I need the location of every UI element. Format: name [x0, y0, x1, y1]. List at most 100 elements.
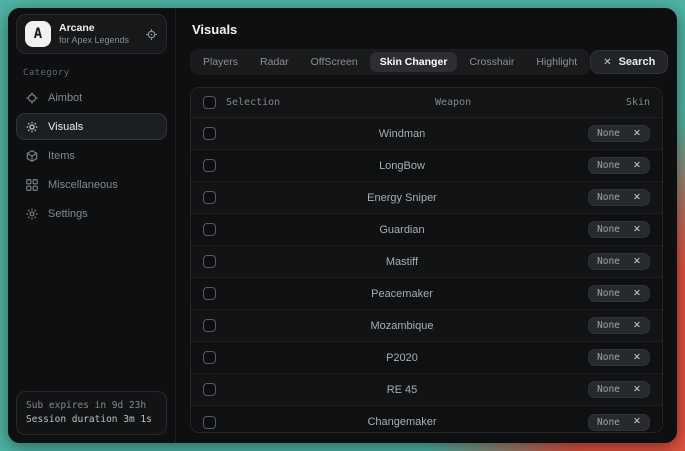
app-subtitle: for Apex Legends — [59, 35, 137, 46]
grid-icon — [25, 178, 39, 192]
weapon-name: Windman — [216, 128, 588, 140]
table-row: PeacemakerNone✕ — [191, 278, 662, 310]
weapon-name: Energy Sniper — [216, 192, 588, 204]
skin-badge[interactable]: None✕ — [588, 285, 650, 302]
skin-badge[interactable]: None ✕ — [588, 381, 650, 398]
remove-skin-icon[interactable]: ✕ — [633, 225, 641, 235]
sidebar-item-label: Settings — [48, 208, 88, 220]
remove-skin-icon[interactable]: ✕ — [633, 353, 641, 363]
sidebar-item-settings[interactable]: Settings — [16, 200, 167, 227]
weapon-name: P2020 — [216, 352, 588, 364]
skin-value: None — [597, 224, 620, 235]
sidebar-spacer — [16, 229, 167, 391]
skin-badge[interactable]: None ✕ — [588, 189, 650, 206]
sidebar-item-label: Items — [48, 150, 75, 162]
weapon-name: Changemaker — [216, 416, 588, 428]
skin-value: None — [597, 256, 620, 267]
remove-skin-icon[interactable]: ✕ — [633, 289, 641, 299]
sidebar-item-visuals[interactable]: Visuals — [16, 113, 167, 140]
skin-badge[interactable]: None✕ — [588, 414, 650, 431]
table-row: MozambiqueNone✕ — [191, 310, 662, 342]
app-logo: A — [25, 21, 51, 47]
search-icon: ✕ — [603, 57, 611, 68]
row-checkbox[interactable] — [203, 351, 216, 364]
tab-skin-changer[interactable]: Skin Changer — [370, 52, 458, 72]
table-row: P2020 None ✕ — [191, 342, 662, 374]
table-row: ChangemakerNone✕ — [191, 406, 662, 433]
table-row: Windman None ✕ — [191, 118, 662, 150]
row-checkbox[interactable] — [203, 191, 216, 204]
skin-value: None — [597, 384, 620, 395]
skin-badge[interactable]: None ✕ — [588, 317, 650, 334]
gear-icon — [25, 207, 39, 221]
skin-header: Skin — [626, 97, 650, 108]
table-row: Mastiff None ✕ — [191, 246, 662, 278]
weapon-name: Peacemaker — [216, 288, 588, 300]
page-title: Visuals — [192, 22, 663, 37]
weapon-name: Mastiff — [216, 256, 588, 268]
remove-skin-icon[interactable]: ✕ — [633, 257, 641, 267]
sub-expiry-text: Sub expires in 9d 23h — [26, 399, 157, 413]
remove-skin-icon[interactable]: ✕ — [633, 417, 641, 427]
skin-badge[interactable]: None ✕ — [588, 125, 650, 142]
app-name: Arcane — [59, 22, 137, 35]
row-checkbox[interactable] — [203, 287, 216, 300]
main-panel: Visuals PlayersRadarOffScreenSkin Change… — [176, 8, 677, 443]
subscription-card: Sub expires in 9d 23h Session duration 3… — [16, 391, 167, 435]
table-row: Energy Sniper None ✕ — [191, 182, 662, 214]
skin-value: None — [597, 128, 620, 139]
app-window: A Arcane for Apex Legends Category Aimbo… — [8, 8, 677, 443]
visuals-icon — [25, 120, 39, 134]
table-header: Selection Weapon Skin — [191, 88, 662, 118]
search-button[interactable]: ✕ Search — [590, 50, 668, 74]
tab-players[interactable]: Players — [193, 52, 248, 72]
table-row: GuardianNone✕ — [191, 214, 662, 246]
tab-crosshair[interactable]: Crosshair — [459, 52, 524, 72]
category-label: Category — [23, 68, 167, 78]
search-button-label: Search — [619, 56, 656, 68]
row-checkbox[interactable] — [203, 223, 216, 236]
row-checkbox[interactable] — [203, 383, 216, 396]
selection-header: Selection — [226, 97, 280, 108]
skin-value: None — [597, 192, 620, 203]
row-checkbox[interactable] — [203, 127, 216, 140]
weapon-name: RE 45 — [216, 384, 588, 396]
remove-skin-icon[interactable]: ✕ — [633, 321, 641, 331]
remove-skin-icon[interactable]: ✕ — [633, 161, 641, 171]
brand-card: A Arcane for Apex Legends — [16, 14, 167, 54]
session-duration-text: Session duration 3m 1s — [26, 413, 157, 427]
skin-value: None — [597, 320, 620, 331]
sidebar-items: Aimbot Visuals Items Miscellaneous Settings — [16, 84, 167, 229]
select-all-checkbox[interactable] — [203, 96, 216, 109]
tab-highlight[interactable]: Highlight — [526, 52, 587, 72]
sidebar-item-items[interactable]: Items — [16, 142, 167, 169]
brand-settings-icon[interactable] — [145, 28, 158, 41]
sidebar-item-miscellaneous[interactable]: Miscellaneous — [16, 171, 167, 198]
brand-text: Arcane for Apex Legends — [59, 22, 137, 46]
row-checkbox[interactable] — [203, 319, 216, 332]
skin-value: None — [597, 352, 620, 363]
remove-skin-icon[interactable]: ✕ — [633, 193, 641, 203]
tab-row: PlayersRadarOffScreenSkin ChangerCrossha… — [190, 49, 663, 75]
crosshair-icon — [25, 91, 39, 105]
row-checkbox[interactable] — [203, 159, 216, 172]
sidebar-item-label: Aimbot — [48, 92, 82, 104]
sidebar-item-label: Visuals — [48, 121, 83, 133]
weapon-header: Weapon — [280, 97, 626, 108]
skin-badge[interactable]: None ✕ — [588, 221, 650, 238]
package-icon — [25, 149, 39, 163]
skin-badge[interactable]: None ✕ — [588, 157, 650, 174]
weapon-name: LongBow — [216, 160, 588, 172]
skin-badge[interactable]: None ✕ — [588, 349, 650, 366]
tab-radar[interactable]: Radar — [250, 52, 299, 72]
skin-badge[interactable]: None ✕ — [588, 253, 650, 270]
sidebar-item-aimbot[interactable]: Aimbot — [16, 84, 167, 111]
skin-table: Selection Weapon Skin Windman None ✕ LongBo… — [190, 87, 663, 433]
skin-value: None — [597, 160, 620, 171]
tab-offscreen[interactable]: OffScreen — [301, 52, 368, 72]
row-checkbox[interactable] — [203, 255, 216, 268]
remove-skin-icon[interactable]: ✕ — [633, 129, 641, 139]
row-checkbox[interactable] — [203, 416, 216, 429]
sidebar: A Arcane for Apex Legends Category Aimbo… — [8, 8, 176, 443]
remove-skin-icon[interactable]: ✕ — [633, 385, 641, 395]
